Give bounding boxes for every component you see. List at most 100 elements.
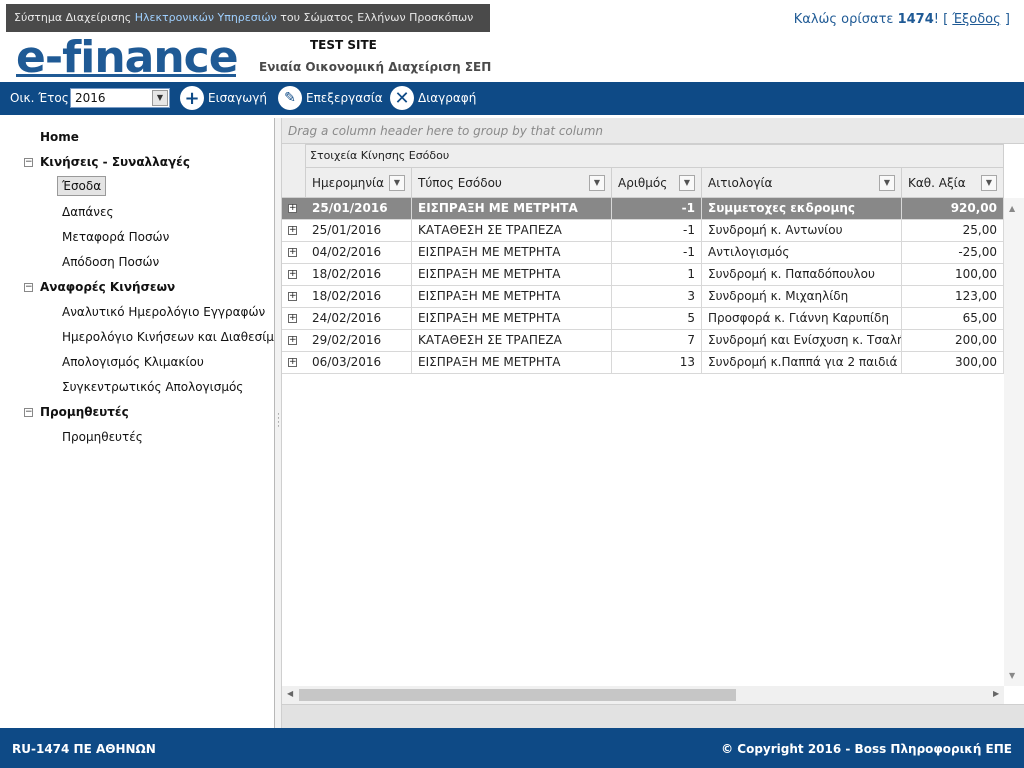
table-row[interactable]: +29/02/2016 ΚΑΤΑΘΕΣΗ ΣΕ ΤΡΑΠΕΖΑ 7 Συνδρομή … [282,330,1004,352]
column-header-reason[interactable]: Αιτιολογία ▼ [702,168,902,198]
edit-button[interactable]: ✎ Επεξεργασία [278,85,383,111]
expand-row-icon[interactable]: + [288,336,297,345]
scroll-right-icon[interactable]: ▶ [993,689,999,698]
nav-item-income[interactable]: Έσοδα [57,176,107,196]
close-icon: ✕ [390,86,414,110]
table-cell-reason: Συνδρομή κ. Παπαδόπουλου [702,264,902,286]
filter-icon[interactable]: ▼ [679,175,695,191]
nav-item-summary-report[interactable]: Συγκεντρωτικός Απολογισμός [62,380,243,394]
table-row[interactable]: +06/03/2016 ΕΙΣΠΡΑΞΗ ΜΕ ΜΕΤΡΗΤΑ 13 Συνδρομή… [282,352,1004,374]
table-cell-value: 920,00 [902,198,1004,220]
table-row[interactable]: +18/02/2016 ΕΙΣΠΡΑΞΗ ΜΕ ΜΕΤΡΗΤΑ 3 Συνδρομή … [282,286,1004,308]
table-cell-type: ΕΙΣΠΡΑΞΗ ΜΕ ΜΕΤΡΗΤΑ [412,242,612,264]
filter-icon[interactable]: ▼ [879,175,895,191]
test-site-label: TEST SITE [310,38,377,52]
table-cell-value: 25,00 [902,220,1004,242]
table-cell-date: 06/03/2016 [306,352,412,374]
table-cell-num: 5 [612,308,702,330]
table-cell-type: ΕΙΣΠΡΑΞΗ ΜΕ ΜΕΤΡΗΤΑ [412,286,612,308]
nav-group-transactions[interactable]: Κινήσεις - Συναλλαγές [40,155,190,169]
table-row[interactable]: +25/01/2016 ΕΙΣΠΡΑΞΗ ΜΕ ΜΕΤΡΗΤΑ -1 Συμμετοχ… [282,198,1004,220]
table-cell-value: 100,00 [902,264,1004,286]
filter-icon[interactable]: ▼ [981,175,997,191]
table-cell-date: 25/01/2016 [306,198,412,220]
table-cell-type: ΕΙΣΠΡΑΞΗ ΜΕ ΜΕΤΡΗΤΑ [412,352,612,374]
group-by-panel[interactable]: Drag a column header here to group by th… [282,118,1024,144]
insert-button[interactable]: + Εισαγωγή [180,85,267,111]
scroll-thumb[interactable] [299,689,736,701]
table-row[interactable]: +04/02/2016 ΕΙΣΠΡΑΞΗ ΜΕ ΜΕΤΡΗΤΑ -1 Αντιλογι… [282,242,1004,264]
nav-group-suppliers[interactable]: Προμηθευτές [40,405,129,419]
column-header-number[interactable]: Αριθμός ▼ [612,168,702,198]
fiscal-year-select[interactable]: 2016 ▼ [70,88,170,108]
collapse-icon[interactable]: − [24,158,33,167]
nav-item-expenses[interactable]: Δαπάνες [62,205,114,219]
expand-row-icon[interactable]: + [288,204,297,213]
collapse-icon[interactable]: − [24,283,33,292]
column-header-label: Ημερομηνία [312,176,385,190]
scroll-up-icon[interactable]: ▲ [1009,204,1015,213]
scroll-down-icon[interactable]: ▼ [1009,671,1015,680]
income-grid: Drag a column header here to group by th… [282,118,1024,728]
table-cell-num: 1 [612,264,702,286]
table-cell-type: ΚΑΤΑΘΕΣΗ ΣΕ ΤΡΑΠΕΖΑ [412,330,612,352]
expand-row-icon[interactable]: + [288,358,297,367]
nav-item-suppliers[interactable]: Προμηθευτές [62,430,143,444]
system-banner-prefix: Σύστημα Διαχείρισης [14,11,135,24]
horizontal-scrollbar[interactable]: ◀ ▶ [282,686,1004,704]
nav-item-payout[interactable]: Απόδοση Ποσών [62,255,159,269]
table-row[interactable]: +18/02/2016 ΕΙΣΠΡΑΞΗ ΜΕ ΜΕΤΡΗΤΑ 1 Συνδρομή … [282,264,1004,286]
column-header-label: Τύπος Εσόδου [418,176,502,190]
table-cell-num: 3 [612,286,702,308]
delete-button[interactable]: ✕ Διαγραφή [390,85,476,111]
expand-row-icon[interactable]: + [288,226,297,235]
grid-indent-column [282,144,306,198]
table-cell-reason: Συνδρομή κ. Μιχαηλίδη [702,286,902,308]
column-header-type[interactable]: Τύπος Εσόδου ▼ [412,168,612,198]
table-cell-type: ΕΙΣΠΡΑΞΗ ΜΕ ΜΕΤΡΗΤΑ [412,264,612,286]
fiscal-year-value: 2016 [75,91,106,105]
table-cell-value: 200,00 [902,330,1004,352]
chevron-down-icon[interactable]: ▼ [152,90,168,106]
scroll-left-icon[interactable]: ◀ [287,689,293,698]
table-cell-num: -1 [612,242,702,264]
nav-home[interactable]: Home [40,130,79,144]
logout-link[interactable]: Έξοδος [952,12,1000,27]
expand-row-icon[interactable]: + [288,292,297,301]
column-header-label: Αιτιολογία [708,176,773,190]
welcome-prefix: Καλώς ορίσατε [793,12,898,27]
system-banner: Σύστημα Διαχείρισης Ηλεκτρονικών Υπηρεσι… [6,4,490,32]
welcome-suffix: ] [1000,12,1010,27]
nav-item-cash-journal[interactable]: Ημερολόγιο Κινήσεων και Διαθεσίμων [62,330,291,344]
table-cell-reason: Αντιλογισμός [702,242,902,264]
nav-item-journal[interactable]: Αναλυτικό Ημερολόγιο Εγγραφών [62,305,265,319]
expand-row-icon[interactable]: + [288,314,297,323]
table-cell-value: -25,00 [902,242,1004,264]
plus-icon: + [180,86,204,110]
pane-splitter[interactable]: · · · · [274,118,282,728]
table-cell-date: 18/02/2016 [306,264,412,286]
table-cell-value: 123,00 [902,286,1004,308]
column-header-value[interactable]: Καθ. Αξία ▼ [902,168,1004,198]
unit-name: RU-1474 ΠΕ ΑΘΗΝΩΝ [12,742,156,756]
nav-item-transfer[interactable]: Μεταφορά Ποσών [62,230,169,244]
filter-icon[interactable]: ▼ [389,175,405,191]
toolbar: Οικ. Έτος 2016 ▼ + Εισαγωγή ✎ Επεξεργασί… [0,82,1024,115]
table-cell-date: 29/02/2016 [306,330,412,352]
table-cell-reason: Προσφορά κ. Γιάννη Καρυπίδη [702,308,902,330]
expand-row-icon[interactable]: + [288,248,297,257]
table-cell-reason: Συνδρομή κ.Παππά για 2 παιδιά [702,352,902,374]
footer: RU-1474 ΠΕ ΑΘΗΝΩΝ © Copyright 2016 - Bos… [0,728,1024,768]
table-cell-type: ΚΑΤΑΘΕΣΗ ΣΕ ΤΡΑΠΕΖΑ [412,220,612,242]
nav-group-reports[interactable]: Αναφορές Κινήσεων [40,280,175,294]
column-header-date[interactable]: Ημερομηνία ▼ [306,168,412,198]
vertical-scrollbar[interactable]: ▲ ▼ [1004,198,1024,686]
nav-item-unit-report[interactable]: Απολογισμός Κλιμακίου [62,355,204,369]
table-row[interactable]: +25/01/2016 ΚΑΤΑΘΕΣΗ ΣΕ ΤΡΑΠΕΖΑ -1 Συνδρομή… [282,220,1004,242]
table-row[interactable]: +24/02/2016 ΕΙΣΠΡΑΞΗ ΜΕ ΜΕΤΡΗΤΑ 5 Προσφορά … [282,308,1004,330]
expand-row-icon[interactable]: + [288,270,297,279]
column-band-header: Στοιχεία Κίνησης Εσόδου [306,144,1004,168]
insert-button-label: Εισαγωγή [208,91,268,105]
filter-icon[interactable]: ▼ [589,175,605,191]
collapse-icon[interactable]: − [24,408,33,417]
